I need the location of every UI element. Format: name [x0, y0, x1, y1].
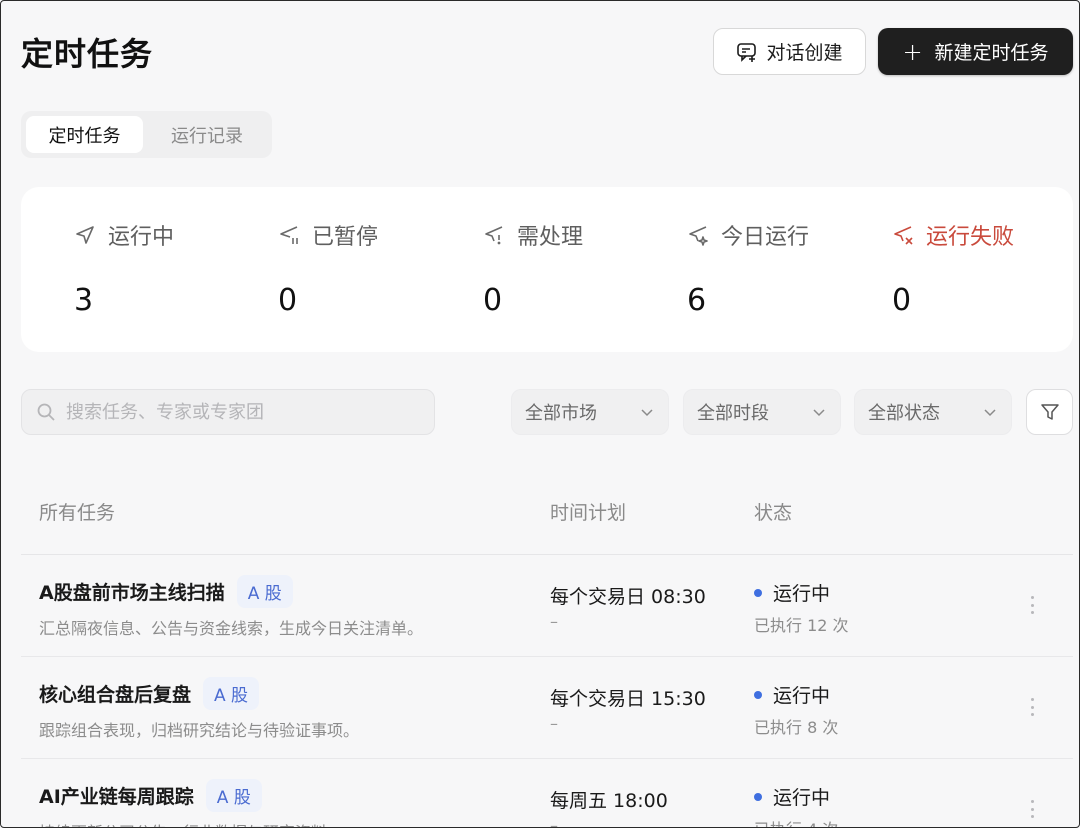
stat-label: 需处理 [483, 219, 583, 251]
task-schedule-sub: – [550, 612, 558, 631]
status-dot-icon [754, 588, 762, 597]
market-tag: A 股 [205, 779, 262, 812]
task-schedule: 每个交易日 08:30 [550, 586, 706, 608]
task-schedule-sub: – [550, 816, 558, 828]
status-select-value: 全部状态 [868, 403, 940, 424]
task-schedule: 每个交易日 15:30 [550, 688, 706, 710]
stat-value: 0 [278, 283, 298, 318]
more-options-icon[interactable] [1025, 695, 1039, 719]
market-tag: A 股 [236, 575, 293, 608]
chat-add-icon [737, 42, 757, 62]
stat-value: 3 [74, 283, 94, 318]
tab-run-records[interactable]: 运行记录 [147, 116, 267, 153]
task-name: 核心组合盘后复盘 [39, 684, 192, 706]
new-task-button[interactable]: + 新建定时任务 [878, 28, 1073, 75]
status-dot-icon [754, 792, 762, 801]
task-status: 运行中 [773, 583, 831, 605]
stat-value: 0 [483, 283, 503, 318]
app-window: 定时任务 对话创建 + 新建定时任务 定时任务 运行记录 运行中 3 已暂停 0… [0, 0, 1080, 828]
new-task-label: 新建定时任务 [934, 42, 1049, 64]
status-dot-icon [754, 690, 762, 699]
task-name: A股盘前市场主线扫描 [39, 582, 225, 604]
stat-value: 0 [892, 283, 912, 318]
paper-plane-paused-icon [280, 226, 298, 244]
task-description: 汇总隔夜信息、公告与资金线索，生成今日关注清单。 [39, 619, 424, 638]
search-box[interactable] [21, 389, 435, 435]
stat-label: 今日运行 [687, 219, 809, 251]
task-status: 运行中 [773, 685, 831, 707]
table-row[interactable]: A股盘前市场主线扫描 A 股 汇总隔夜信息、公告与资金线索，生成今日关注清单。 … [21, 555, 1073, 657]
paper-plane-icon [76, 226, 94, 244]
period-select-value: 全部时段 [697, 403, 769, 424]
paper-plane-failed-icon [894, 226, 913, 245]
status-select[interactable]: 全部状态 [854, 389, 1012, 435]
task-schedule: 每周五 18:00 [550, 790, 668, 812]
page-title: 定时任务 [21, 35, 154, 73]
chevron-down-icon [984, 409, 996, 417]
task-status: 运行中 [773, 787, 831, 809]
column-header-status: 状态 [754, 502, 793, 524]
search-input[interactable] [66, 401, 406, 423]
tab-scheduled-tasks[interactable]: 定时任务 [26, 116, 143, 153]
paper-plane-alert-icon [485, 226, 503, 245]
stats-card: 运行中 3 已暂停 0 需处理 0 今日运行 6 运行失败 0 [21, 187, 1073, 352]
filter-button[interactable] [1026, 389, 1073, 435]
plus-icon: + [902, 37, 923, 66]
stat-label: 已暂停 [278, 219, 378, 251]
search-icon [37, 403, 55, 421]
filter-icon [1040, 404, 1059, 420]
market-select-value: 全部市场 [525, 403, 597, 424]
tab-bar: 定时任务 运行记录 [21, 111, 272, 158]
chat-create-label: 对话创建 [766, 42, 843, 64]
table-row[interactable]: AI产业链每周跟踪 A 股 持续更新公司公告、行业数据与研究资料。 每周五 18… [21, 759, 1073, 828]
task-name: AI产业链每周跟踪 [39, 786, 194, 808]
chevron-down-icon [813, 409, 825, 417]
stat-value: 6 [687, 283, 707, 318]
task-schedule-sub: – [550, 714, 558, 733]
period-select[interactable]: 全部时段 [683, 389, 841, 435]
chat-create-button[interactable]: 对话创建 [713, 28, 866, 75]
execution-count: 已执行 4 次 [754, 816, 838, 827]
task-description: 跟踪组合表现，归档研究结论与待验证事项。 [39, 721, 360, 740]
paper-plane-spark-icon [689, 226, 708, 246]
stat-label: 运行失败 [892, 219, 1014, 251]
market-tag: A 股 [203, 677, 260, 710]
stat-label: 运行中 [74, 219, 174, 251]
more-options-icon[interactable] [1025, 797, 1039, 821]
task-description: 持续更新公司公告、行业数据与研究资料。 [39, 819, 343, 827]
more-options-icon[interactable] [1025, 593, 1039, 617]
execution-count: 已执行 8 次 [754, 718, 839, 737]
column-header-schedule: 时间计划 [550, 502, 627, 524]
table-row[interactable]: 核心组合盘后复盘 A 股 跟踪组合表现，归档研究结论与待验证事项。 每个交易日 … [21, 657, 1073, 759]
column-header-tasks: 所有任务 [39, 502, 116, 524]
market-select[interactable]: 全部市场 [511, 389, 669, 435]
execution-count: 已执行 12 次 [754, 616, 849, 635]
chevron-down-icon [641, 409, 653, 417]
